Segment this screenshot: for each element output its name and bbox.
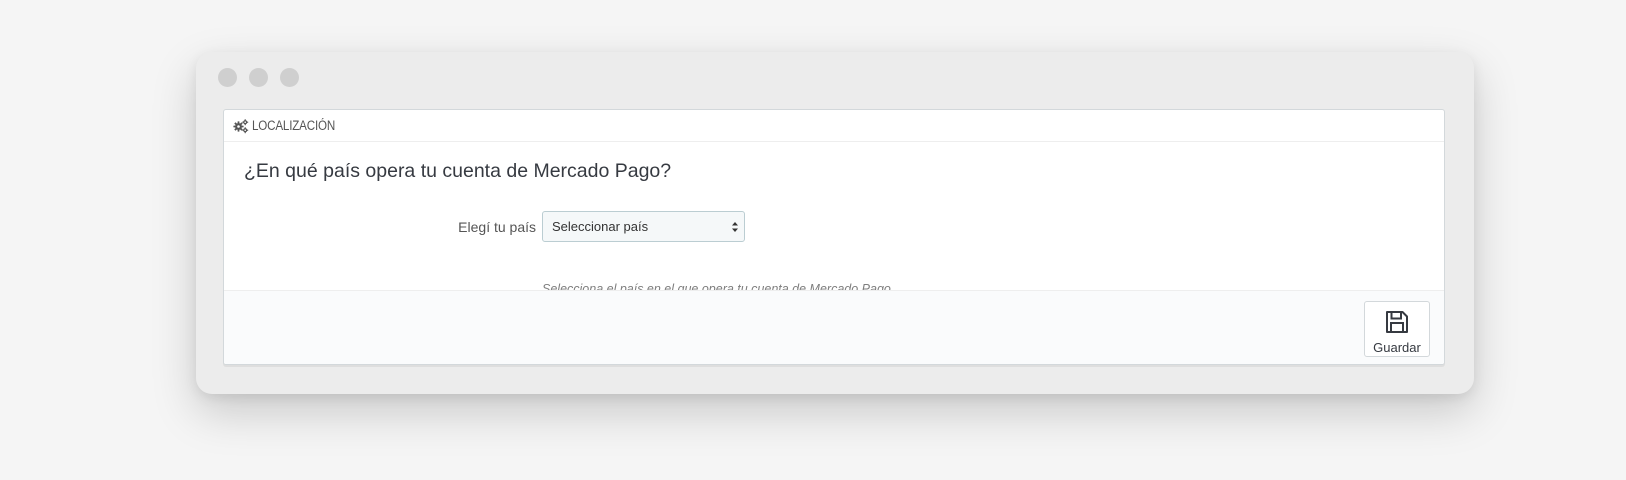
country-question: ¿En qué país opera tu cuenta de Mercado … [244,160,672,182]
save-button[interactable]: Guardar [1364,301,1430,357]
minimize-window-dot[interactable] [249,68,268,87]
window-controls [218,68,299,87]
panel-body: ¿En qué país opera tu cuenta de Mercado … [224,142,1444,296]
country-select[interactable]: Seleccionar país [542,211,745,242]
panel-title: LOCALIZACIÓN [252,118,336,133]
browser-window: LOCALIZACIÓN ¿En qué país opera tu cuent… [196,52,1474,394]
floppy-disk-icon [1384,309,1410,338]
localization-panel: LOCALIZACIÓN ¿En qué país opera tu cuent… [223,109,1445,365]
maximize-window-dot[interactable] [280,68,299,87]
panel-heading: LOCALIZACIÓN [224,110,1444,142]
save-button-label: Guardar [1373,340,1421,355]
gears-icon [233,118,249,134]
panel-footer: Guardar [224,290,1444,364]
country-label: Elegí tu país [458,219,536,235]
select-arrows-icon [731,220,739,234]
country-select-value: Seleccionar país [552,219,649,234]
close-window-dot[interactable] [218,68,237,87]
